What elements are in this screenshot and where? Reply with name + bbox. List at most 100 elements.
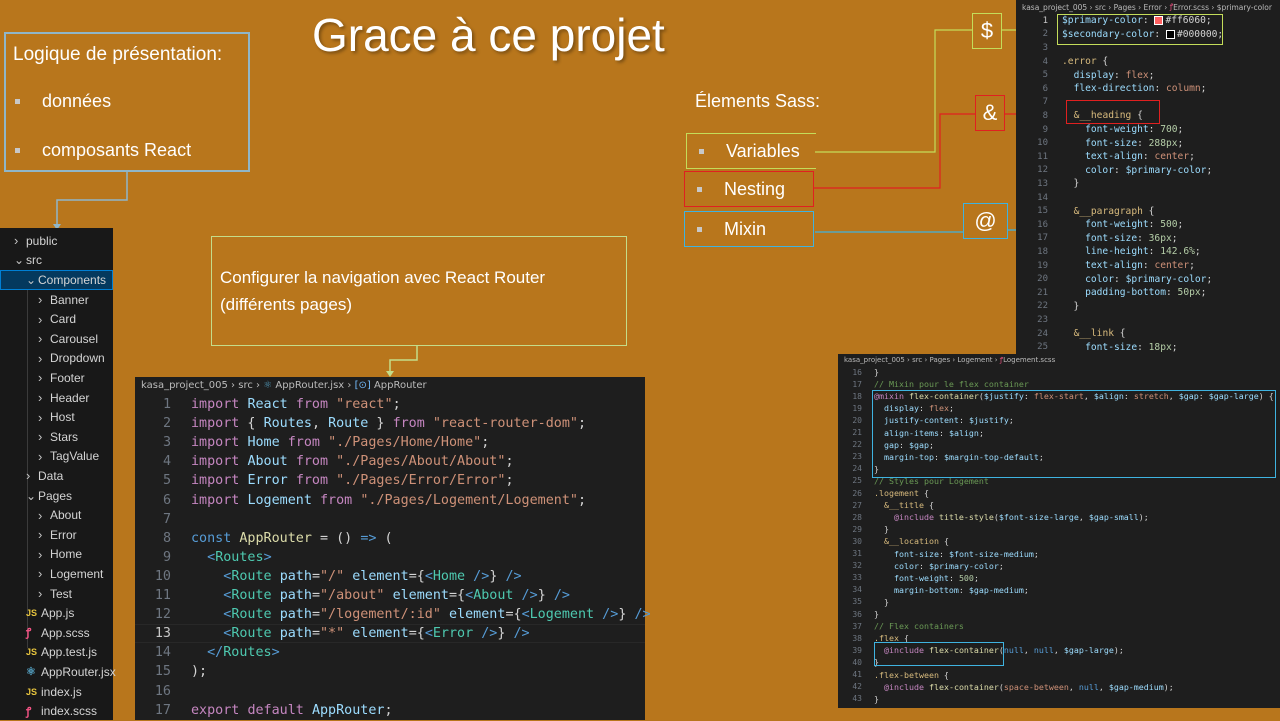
tree-item-error[interactable]: › Error xyxy=(38,525,77,545)
code-line[interactable]: 3 xyxy=(1016,41,1062,55)
code-line[interactable]: 37 // Flex containers xyxy=(838,620,964,632)
breadcrumb-item[interactable]: Error.scss xyxy=(1173,3,1209,12)
code-line[interactable]: 13 } xyxy=(1016,177,1079,191)
code-line[interactable]: 6 import Logement from "./Pages/Logement/… xyxy=(135,491,586,510)
tree-item-index-scss[interactable]: ꝭ index.scss xyxy=(26,701,97,721)
code-line[interactable]: 4 .error { xyxy=(1016,55,1109,69)
code-line[interactable]: 23 xyxy=(1016,313,1062,327)
code-line[interactable]: 41 .flex-between { xyxy=(838,669,949,681)
code-line[interactable]: 6 flex-direction: column; xyxy=(1016,82,1207,96)
code-line[interactable]: 17 export default AppRouter; xyxy=(135,701,393,720)
code-line[interactable]: 7 xyxy=(135,510,191,529)
code-line[interactable]: 25 font-size: 18px; xyxy=(1016,340,1177,354)
code-line[interactable]: 10 font-size: 288px; xyxy=(1016,136,1183,150)
mixin-highlight xyxy=(872,390,1276,478)
chevron-right-icon: › xyxy=(38,507,43,523)
code-line[interactable]: 28 @include title-style($font-size-large… xyxy=(838,511,1148,523)
breadcrumb-item[interactable]: AppRouter xyxy=(374,380,427,391)
tree-item-src[interactable]: ⌄ src xyxy=(14,251,42,271)
code-line[interactable]: 16} xyxy=(838,366,879,378)
code-line[interactable]: 35 } xyxy=(838,596,889,608)
tree-item-pages[interactable]: ⌄ Pages xyxy=(26,486,72,506)
code-line[interactable]: 17 // Mixin pour le flex container xyxy=(838,378,1029,390)
code-line[interactable]: 21 padding-bottom: 50px; xyxy=(1016,286,1206,300)
code-line[interactable]: 3 import Home from "./Pages/Home/Home"; xyxy=(135,433,489,452)
breadcrumb-item[interactable]: Error xyxy=(1144,3,1162,12)
tree-item-app-test-js[interactable]: JS App.test.js xyxy=(26,643,97,663)
code-line[interactable]: 16 font-weight: 500; xyxy=(1016,218,1183,232)
code-line[interactable]: 13 < Route path = "*" element ={< Error />} /… xyxy=(135,624,530,643)
code-line[interactable]: 32 color: $primary-color; xyxy=(838,560,1004,572)
code-line[interactable]: 26 .logement { xyxy=(838,487,929,499)
breadcrumb-item[interactable]: src xyxy=(238,380,253,391)
code-line[interactable]: 20 color: $primary-color; xyxy=(1016,272,1212,286)
code-line[interactable]: 19 text-align: center; xyxy=(1016,259,1195,273)
tree-item-dropdown[interactable]: › Dropdown xyxy=(38,349,105,369)
tree-item-card[interactable]: › Card xyxy=(38,309,76,329)
code-line[interactable]: 16 xyxy=(135,682,191,701)
tree-item-test[interactable]: › Test xyxy=(38,584,72,604)
code-line[interactable]: 30 &__location { xyxy=(838,535,949,547)
breadcrumb-item[interactable]: src xyxy=(1095,3,1106,12)
breadcrumb-item[interactable]: Logement xyxy=(957,356,992,364)
code-line[interactable]: 9 font-weight: 700; xyxy=(1016,123,1184,137)
tree-item-stars[interactable]: › Stars xyxy=(38,427,78,447)
code-line[interactable]: 14 xyxy=(1016,191,1062,205)
code-line[interactable]: 1 import React from "react"; xyxy=(135,395,401,414)
code-line[interactable]: 33 font-weight: 500; xyxy=(838,572,979,584)
code-line[interactable]: 24 &__link { xyxy=(1016,327,1125,341)
code-token: Route xyxy=(328,416,369,432)
code-line[interactable]: 17 font-size: 36px; xyxy=(1016,232,1177,246)
tree-item-tagvalue[interactable]: › TagValue xyxy=(38,447,99,467)
code-line[interactable]: 36} xyxy=(838,608,879,620)
breadcrumb-item[interactable]: AppRouter.jsx xyxy=(275,380,344,391)
tree-item-approuter-jsx[interactable]: ⚛ AppRouter.jsx xyxy=(26,662,116,682)
tree-item-footer[interactable]: › Footer xyxy=(38,368,85,388)
code-line[interactable]: 5 display: flex; xyxy=(1016,68,1155,82)
tree-item-header[interactable]: › Header xyxy=(38,388,89,408)
code-line[interactable]: 9 < Routes > xyxy=(135,548,272,567)
tree-item-host[interactable]: › Host xyxy=(38,407,75,427)
code-line[interactable]: 14 </Routes > xyxy=(135,643,280,662)
tree-item-app-scss[interactable]: ꝭ App.scss xyxy=(26,623,90,643)
code-line[interactable]: 4 import About from "./Pages/About/About"… xyxy=(135,452,514,471)
code-line[interactable]: 40} xyxy=(838,656,879,668)
code-line[interactable]: 5 import Error from "./Pages/Error/Error"… xyxy=(135,471,514,490)
code-line[interactable]: 11 text-align: center; xyxy=(1016,150,1195,164)
code-line[interactable]: 27 &__title { xyxy=(838,499,934,511)
breadcrumb-item[interactable]: Logement.scss xyxy=(1003,356,1055,364)
code-line[interactable]: 12 color: $primary-color; xyxy=(1016,164,1212,178)
code-line[interactable]: 11 < Route path = "/about" element ={< About … xyxy=(135,586,570,605)
breadcrumb-item[interactable]: Pages xyxy=(1114,3,1136,12)
code-line[interactable]: 15 &__paragraph { xyxy=(1016,204,1154,218)
tree-item-logement[interactable]: › Logement xyxy=(38,564,103,584)
code-line[interactable]: 7 xyxy=(1016,96,1062,110)
code-line[interactable]: 15); xyxy=(135,662,207,681)
tree-item-public[interactable]: › public xyxy=(14,231,57,251)
tree-item-data[interactable]: › Data xyxy=(26,466,63,486)
code-line[interactable]: 18 line-height: 142.6%; xyxy=(1016,245,1201,259)
code-line[interactable]: 42 @include flex-container(space-between… xyxy=(838,681,1173,693)
breadcrumb-item[interactable]: src xyxy=(912,356,922,364)
code-line[interactable]: 8 const AppRouter = () => ( xyxy=(135,529,393,548)
code-line[interactable]: 31 font-size: $font-size-medium; xyxy=(838,548,1039,560)
tree-item-app-js[interactable]: JS App.js xyxy=(26,603,74,623)
code-line[interactable]: 22 } xyxy=(1016,300,1079,314)
tree-item-banner[interactable]: › Banner xyxy=(38,290,89,310)
tree-item-home[interactable]: › Home xyxy=(38,545,82,565)
code-line[interactable]: 2 import { Routes, Route } from "react-ro… xyxy=(135,414,586,433)
code-line[interactable]: 29 } xyxy=(838,523,889,535)
code-line[interactable]: 10 < Route path = "/" element ={< Home />} /> xyxy=(135,567,522,586)
tree-item-index-js[interactable]: JS index.js xyxy=(26,682,82,702)
breadcrumb-item[interactable]: $primary-color xyxy=(1217,3,1272,12)
tree-item-components[interactable]: ⌄ Components xyxy=(26,270,106,290)
tree-item-about[interactable]: › About xyxy=(38,505,81,525)
code-line[interactable]: 43} xyxy=(838,693,879,705)
breadcrumb-item[interactable]: kasa_project_005 xyxy=(141,380,228,391)
code-line[interactable]: 12 < Route path = "/logement/:id" element ={… xyxy=(135,605,651,624)
breadcrumb-item[interactable]: Pages xyxy=(930,356,951,364)
code-line[interactable]: 34 margin-bottom: $gap-medium; xyxy=(838,584,1029,596)
breadcrumb-item[interactable]: kasa_project_005 xyxy=(1022,3,1087,12)
breadcrumb-item[interactable]: kasa_project_005 xyxy=(844,356,905,364)
tree-item-carousel[interactable]: › Carousel xyxy=(38,329,98,349)
